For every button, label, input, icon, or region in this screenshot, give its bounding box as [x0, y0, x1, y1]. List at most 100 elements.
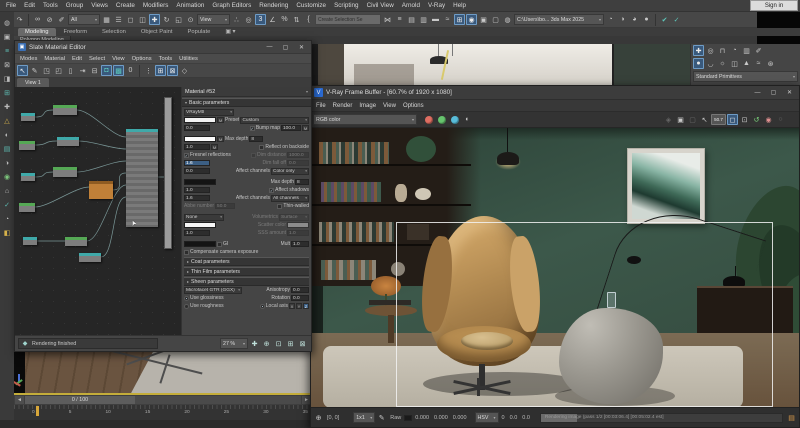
- slate-title-bar[interactable]: ▣ Slate Material Editor — ▢ ✕: [15, 41, 311, 54]
- compare-icon[interactable]: ◈: [663, 114, 674, 125]
- ribbon-tab-populate[interactable]: Populate: [180, 28, 217, 36]
- options-icon[interactable]: ⋮: [143, 65, 154, 76]
- translucency-dropdown[interactable]: None▾: [184, 214, 224, 221]
- align-icon[interactable]: ≡: [394, 14, 405, 25]
- ribbon-tab-modeling[interactable]: Modeling: [18, 28, 56, 36]
- sign-in-button[interactable]: Sign in: [750, 0, 798, 11]
- mirror-icon[interactable]: ⋈: [382, 14, 393, 25]
- project-dropdown[interactable]: C:\Users\bo... 3ds Max 2025▾: [514, 14, 604, 25]
- show-background-icon[interactable]: ▩: [113, 65, 124, 76]
- minimize-button[interactable]: —: [751, 87, 764, 98]
- refresh-icon[interactable]: ↺: [751, 114, 762, 125]
- fld-100-0[interactable]: 100.0: [281, 125, 301, 131]
- clear-image-icon[interactable]: ▢: [687, 114, 698, 125]
- preset-dropdown[interactable]: Custom▾: [240, 117, 309, 124]
- material-node-teal-0[interactable]: [21, 113, 35, 121]
- refraction-swatch[interactable]: [184, 179, 216, 185]
- utilities-tab-icon[interactable]: ✐: [753, 45, 764, 56]
- perspective-viewport[interactable]: [14, 352, 312, 393]
- ribbon-tab-object-paint[interactable]: Object Paint: [134, 28, 180, 36]
- show-shaded-in-viewport-icon[interactable]: ◘: [101, 65, 112, 76]
- render-progress[interactable]: Rendering image (pass 1/2 [00:03:06.4] […: [540, 413, 783, 423]
- ribbon-tab-freeform[interactable]: Freeform: [57, 28, 95, 36]
- delete-selected-icon[interactable]: ▯: [65, 65, 76, 76]
- select-link-icon[interactable]: ∞: [32, 14, 43, 25]
- dock-half-icon[interactable]: ◑: [2, 158, 12, 168]
- chk-thin-walled[interactable]: Thin-walled: [277, 203, 309, 209]
- maximize-button[interactable]: ▢: [279, 42, 292, 53]
- layout-all-icon[interactable]: ⊞: [155, 65, 166, 76]
- put-to-library-icon[interactable]: ◳: [41, 65, 52, 76]
- fog-depth-field[interactable]: 1.0: [184, 230, 210, 236]
- menu-civil-view[interactable]: Civil View: [364, 2, 397, 9]
- use-center-icon[interactable]: ∴: [231, 14, 242, 25]
- render-preview-icon[interactable]: ◑: [617, 14, 628, 25]
- select-object-icon[interactable]: ▦: [101, 14, 112, 25]
- rendered-image[interactable]: [311, 128, 799, 407]
- curve-editor-icon[interactable]: ≈: [442, 14, 453, 25]
- move-children-icon[interactable]: ⇥: [77, 65, 88, 76]
- snaps-toggle-icon[interactable]: 3: [255, 14, 266, 25]
- render-region-icon[interactable]: ◕: [629, 14, 640, 25]
- material-type-dropdown[interactable]: VRayMtl▾: [184, 109, 234, 116]
- zoom-badge-icon[interactable]: 50.7: [711, 114, 726, 125]
- fld-8[interactable]: 8: [295, 179, 309, 185]
- btn-m[interactable]: M: [217, 136, 224, 142]
- fresnel-ior-field[interactable]: 1.6: [184, 160, 210, 166]
- fld-50-0[interactable]: 50.0: [215, 203, 235, 209]
- modify-tab-icon[interactable]: ◎: [705, 45, 716, 56]
- dock-list-icon[interactable]: ≡: [2, 46, 12, 56]
- scrub-track[interactable]: 0 / 100: [25, 396, 301, 404]
- timeline-ruler[interactable]: 05101520253035: [14, 405, 312, 420]
- red-channel-button[interactable]: [425, 116, 433, 124]
- xyz-cell[interactable]: XYZ: [289, 303, 309, 309]
- dock-container-icon[interactable]: ⊠: [2, 60, 12, 70]
- spinner-snap-icon[interactable]: ⇅: [291, 14, 302, 25]
- material-node-teal-2[interactable]: [21, 173, 35, 181]
- select-node-tool-icon[interactable]: ↖: [17, 65, 28, 76]
- menu-arnold[interactable]: Arnold: [399, 2, 423, 9]
- render-last-icon[interactable]: ◉: [763, 114, 774, 125]
- rad-local-axis[interactable]: Local axis: [260, 303, 288, 309]
- thin-film-parameters-rollout[interactable]: ▸Thin Film parameters: [184, 267, 309, 276]
- menu-file[interactable]: File: [3, 2, 19, 9]
- viewport-top-strip[interactable]: [318, 44, 690, 85]
- dock-home-icon[interactable]: ⌂: [2, 186, 12, 196]
- dock-grid-icon[interactable]: ⊞: [2, 88, 12, 98]
- menu-view[interactable]: View: [109, 56, 127, 62]
- display-tab-icon[interactable]: ▥: [741, 45, 752, 56]
- shapes-icon[interactable]: ◡: [705, 58, 716, 69]
- material-node-green-9[interactable]: [65, 237, 87, 246]
- vfb-title-bar[interactable]: V V-Ray Frame Buffer - [60.7% of 1920 x …: [311, 86, 799, 100]
- menu-select[interactable]: Select: [86, 56, 108, 62]
- diffuse-swatch[interactable]: [184, 117, 216, 123]
- chk-compensate-camera-exposure[interactable]: Compensate camera exposure: [184, 249, 258, 255]
- brdf-dropdown[interactable]: Microfacet GTR (GGX)▾: [184, 287, 242, 294]
- pick-material-icon[interactable]: ✎: [29, 65, 40, 76]
- zoom-extents-icon[interactable]: ⊞: [285, 338, 296, 349]
- ribbon-more-icon[interactable]: ▣ ▾: [218, 28, 242, 36]
- self-illumination-swatch[interactable]: [184, 241, 216, 247]
- dock-add-icon[interactable]: ✚: [2, 102, 12, 112]
- render-setup-icon[interactable]: ▣: [478, 14, 489, 25]
- zoom-icon[interactable]: ⊕: [261, 338, 272, 349]
- material-node-orange-7[interactable]: [89, 181, 113, 199]
- dock-check-icon[interactable]: ✓: [2, 200, 12, 210]
- layer-explorer-icon[interactable]: ▥: [418, 14, 429, 25]
- dock-axis-icon[interactable]: △: [2, 116, 12, 126]
- green-channel-button[interactable]: [438, 116, 446, 124]
- lights-icon[interactable]: ☼: [717, 58, 728, 69]
- btn-m[interactable]: M: [211, 144, 218, 150]
- rad-use-glossiness[interactable]: Use glossiness: [184, 295, 224, 301]
- menu-rendering[interactable]: Rendering: [256, 2, 291, 9]
- dock-box-icon[interactable]: ◧: [2, 228, 12, 238]
- material-node-green-4[interactable]: [53, 105, 77, 115]
- zoom-region-icon[interactable]: ⊡: [273, 338, 284, 349]
- vray-frame-buffer-icon[interactable]: ✓: [671, 14, 682, 25]
- chk-bump-map[interactable]: ✓Bump map: [250, 125, 280, 131]
- menu-options[interactable]: Options: [129, 56, 155, 62]
- named-selection-icon[interactable]: {: [303, 14, 314, 25]
- region-render-box[interactable]: [396, 222, 773, 407]
- material-node-strip-12[interactable]: [164, 97, 172, 249]
- select-scale-icon[interactable]: ◱: [173, 14, 184, 25]
